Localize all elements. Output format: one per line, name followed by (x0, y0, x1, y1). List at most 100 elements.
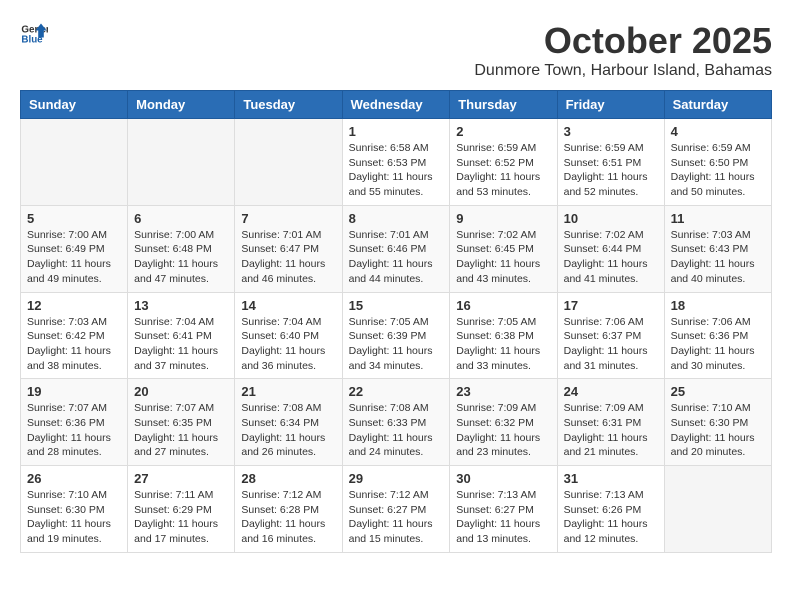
day-info: Sunrise: 7:09 AM Sunset: 6:32 PM Dayligh… (456, 401, 550, 460)
calendar-cell: 21Sunrise: 7:08 AM Sunset: 6:34 PM Dayli… (235, 379, 342, 466)
day-of-week-header: Friday (557, 91, 664, 119)
day-number: 20 (134, 384, 228, 399)
day-info: Sunrise: 7:04 AM Sunset: 6:41 PM Dayligh… (134, 315, 228, 374)
day-of-week-header: Wednesday (342, 91, 450, 119)
day-info: Sunrise: 6:59 AM Sunset: 6:52 PM Dayligh… (456, 141, 550, 200)
day-info: Sunrise: 7:06 AM Sunset: 6:37 PM Dayligh… (564, 315, 658, 374)
day-info: Sunrise: 7:07 AM Sunset: 6:36 PM Dayligh… (27, 401, 121, 460)
day-number: 17 (564, 298, 658, 313)
day-info: Sunrise: 7:12 AM Sunset: 6:27 PM Dayligh… (349, 488, 444, 547)
calendar-cell: 29Sunrise: 7:12 AM Sunset: 6:27 PM Dayli… (342, 466, 450, 553)
day-info: Sunrise: 7:08 AM Sunset: 6:33 PM Dayligh… (349, 401, 444, 460)
page-header: General Blue October 2025 Dunmore Town, … (20, 20, 772, 80)
calendar-cell (664, 466, 771, 553)
calendar-cell (128, 119, 235, 206)
calendar-cell: 3Sunrise: 6:59 AM Sunset: 6:51 PM Daylig… (557, 119, 664, 206)
day-number: 11 (671, 211, 765, 226)
day-number: 12 (27, 298, 121, 313)
calendar-cell: 13 Sunrise: 7:04 AM Sunset: 6:41 PM Dayli… (128, 292, 235, 379)
day-number: 30 (456, 471, 550, 486)
calendar-week-row: 19 Sunrise: 7:07 AM Sunset: 6:36 PM Dayli… (21, 379, 772, 466)
calendar-cell: 5 Sunrise: 7:00 AM Sunset: 6:49 PM Daylig… (21, 205, 128, 292)
day-number: 22 (349, 384, 444, 399)
day-number: 18 (671, 298, 765, 313)
month-title: October 2025 (474, 20, 772, 62)
day-info: Sunrise: 7:13 AM Sunset: 6:26 PM Dayligh… (564, 488, 658, 547)
calendar-cell: 27 Sunrise: 7:11 AM Sunset: 6:29 PM Dayli… (128, 466, 235, 553)
day-number: 6 (134, 211, 228, 226)
day-of-week-header: Tuesday (235, 91, 342, 119)
calendar-cell: 26Sunrise: 7:10 AM Sunset: 6:30 PM Dayli… (21, 466, 128, 553)
calendar-cell: 16 Sunrise: 7:05 AM Sunset: 6:38 PM Dayli… (450, 292, 557, 379)
day-number: 25 (671, 384, 765, 399)
calendar-cell: 22 Sunrise: 7:08 AM Sunset: 6:33 PM Dayli… (342, 379, 450, 466)
day-number: 7 (241, 211, 335, 226)
logo: General Blue (20, 20, 48, 48)
day-info: Sunrise: 7:04 AM Sunset: 6:40 PM Dayligh… (241, 315, 335, 374)
day-number: 2 (456, 124, 550, 139)
day-info: Sunrise: 7:01 AM Sunset: 6:47 PM Dayligh… (241, 228, 335, 287)
calendar-cell: 8 Sunrise: 7:01 AM Sunset: 6:46 PM Daylig… (342, 205, 450, 292)
title-block: October 2025 Dunmore Town, Harbour Islan… (474, 20, 772, 80)
calendar-table: SundayMondayTuesdayWednesdayThursdayFrid… (20, 90, 772, 553)
day-number: 1 (349, 124, 444, 139)
day-of-week-header: Monday (128, 91, 235, 119)
calendar-cell: 10Sunrise: 7:02 AM Sunset: 6:44 PM Dayli… (557, 205, 664, 292)
day-of-week-header: Thursday (450, 91, 557, 119)
day-number: 4 (671, 124, 765, 139)
calendar-cell (21, 119, 128, 206)
calendar-cell: 14Sunrise: 7:04 AM Sunset: 6:40 PM Dayli… (235, 292, 342, 379)
day-number: 27 (134, 471, 228, 486)
day-number: 15 (349, 298, 444, 313)
calendar-cell: 31Sunrise: 7:13 AM Sunset: 6:26 PM Dayli… (557, 466, 664, 553)
calendar-cell: 18 Sunrise: 7:06 AM Sunset: 6:36 PM Dayli… (664, 292, 771, 379)
day-info: Sunrise: 6:59 AM Sunset: 6:50 PM Dayligh… (671, 141, 765, 200)
calendar-week-row: 5 Sunrise: 7:00 AM Sunset: 6:49 PM Daylig… (21, 205, 772, 292)
day-info: Sunrise: 7:02 AM Sunset: 6:45 PM Dayligh… (456, 228, 550, 287)
calendar-cell (235, 119, 342, 206)
day-info: Sunrise: 7:10 AM Sunset: 6:30 PM Dayligh… (671, 401, 765, 460)
calendar-cell: 1 Sunrise: 6:58 AM Sunset: 6:53 PM Daylig… (342, 119, 450, 206)
day-info: Sunrise: 7:13 AM Sunset: 6:27 PM Dayligh… (456, 488, 550, 547)
calendar-week-row: 26Sunrise: 7:10 AM Sunset: 6:30 PM Dayli… (21, 466, 772, 553)
day-number: 28 (241, 471, 335, 486)
day-number: 24 (564, 384, 658, 399)
day-info: Sunrise: 7:05 AM Sunset: 6:38 PM Dayligh… (456, 315, 550, 374)
calendar-cell: 30 Sunrise: 7:13 AM Sunset: 6:27 PM Dayli… (450, 466, 557, 553)
calendar-cell: 28Sunrise: 7:12 AM Sunset: 6:28 PM Dayli… (235, 466, 342, 553)
day-number: 8 (349, 211, 444, 226)
day-of-week-header: Saturday (664, 91, 771, 119)
day-number: 23 (456, 384, 550, 399)
day-number: 5 (27, 211, 121, 226)
calendar-cell: 17 Sunrise: 7:06 AM Sunset: 6:37 PM Dayli… (557, 292, 664, 379)
calendar-cell: 7 Sunrise: 7:01 AM Sunset: 6:47 PM Daylig… (235, 205, 342, 292)
day-number: 16 (456, 298, 550, 313)
day-of-week-header: Sunday (21, 91, 128, 119)
calendar-header-row: SundayMondayTuesdayWednesdayThursdayFrid… (21, 91, 772, 119)
day-number: 26 (27, 471, 121, 486)
day-number: 9 (456, 211, 550, 226)
day-number: 13 (134, 298, 228, 313)
day-info: Sunrise: 6:58 AM Sunset: 6:53 PM Dayligh… (349, 141, 444, 200)
calendar-cell: 9 Sunrise: 7:02 AM Sunset: 6:45 PM Daylig… (450, 205, 557, 292)
day-info: Sunrise: 7:01 AM Sunset: 6:46 PM Dayligh… (349, 228, 444, 287)
logo-icon: General Blue (20, 20, 48, 48)
calendar-cell: 20 Sunrise: 7:07 AM Sunset: 6:35 PM Dayli… (128, 379, 235, 466)
day-info: Sunrise: 7:00 AM Sunset: 6:48 PM Dayligh… (134, 228, 228, 287)
day-info: Sunrise: 7:05 AM Sunset: 6:39 PM Dayligh… (349, 315, 444, 374)
calendar-week-row: 12Sunrise: 7:03 AM Sunset: 6:42 PM Dayli… (21, 292, 772, 379)
day-info: Sunrise: 7:03 AM Sunset: 6:43 PM Dayligh… (671, 228, 765, 287)
day-number: 21 (241, 384, 335, 399)
day-number: 19 (27, 384, 121, 399)
calendar-cell: 19 Sunrise: 7:07 AM Sunset: 6:36 PM Dayli… (21, 379, 128, 466)
day-info: Sunrise: 6:59 AM Sunset: 6:51 PM Dayligh… (564, 141, 658, 200)
calendar-cell: 25 Sunrise: 7:10 AM Sunset: 6:30 PM Dayli… (664, 379, 771, 466)
day-info: Sunrise: 7:07 AM Sunset: 6:35 PM Dayligh… (134, 401, 228, 460)
day-info: Sunrise: 7:06 AM Sunset: 6:36 PM Dayligh… (671, 315, 765, 374)
calendar-cell: 12Sunrise: 7:03 AM Sunset: 6:42 PM Dayli… (21, 292, 128, 379)
day-info: Sunrise: 7:11 AM Sunset: 6:29 PM Dayligh… (134, 488, 228, 547)
day-info: Sunrise: 7:00 AM Sunset: 6:49 PM Dayligh… (27, 228, 121, 287)
calendar-cell: 11 Sunrise: 7:03 AM Sunset: 6:43 PM Dayli… (664, 205, 771, 292)
day-info: Sunrise: 7:09 AM Sunset: 6:31 PM Dayligh… (564, 401, 658, 460)
day-number: 10 (564, 211, 658, 226)
